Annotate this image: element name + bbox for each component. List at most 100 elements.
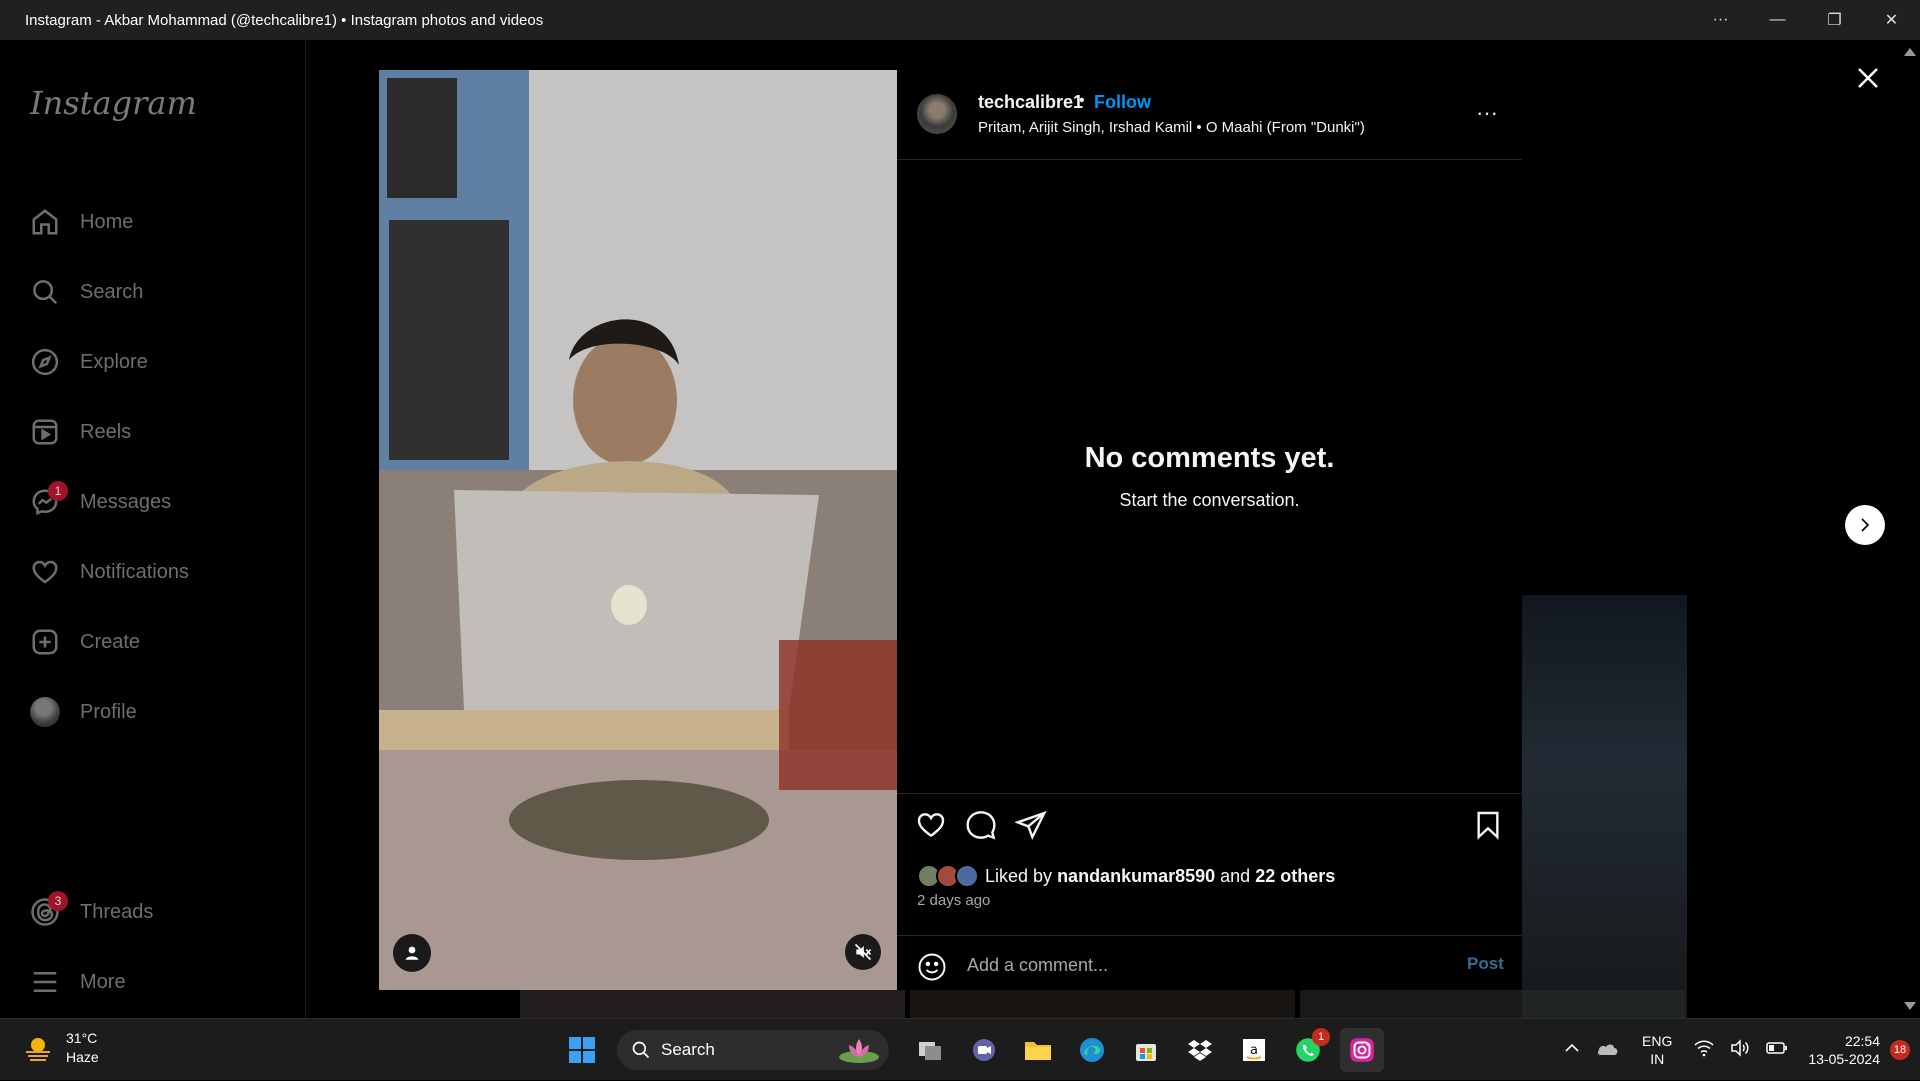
comment-input[interactable] [967,952,1427,978]
system-tray: ENG IN 22:54 13-05-2024 18 [1556,1019,1920,1081]
windows-logo-icon [569,1037,595,1063]
separator-dot: • [1079,92,1085,109]
folder-icon [1025,1042,1051,1060]
emoji-button[interactable] [917,952,947,982]
sidebar-item-label: Notifications [80,560,189,583]
video-frame-illustration [379,70,897,990]
speaker-muted-icon [854,943,872,961]
edge-browser-button[interactable] [1070,1028,1114,1072]
more-options-button[interactable]: ··· [1472,100,1502,130]
sidebar-item-label: Home [80,210,134,233]
post-timestamp[interactable]: 2 days ago [917,892,990,909]
weather-widget[interactable]: 31°C Haze [22,1029,99,1067]
teams-chat-button[interactable] [962,1028,1006,1072]
sidebar-item-profile[interactable]: Profile [30,692,137,732]
search-icon [30,277,60,307]
window-close-button[interactable]: ✕ [1863,0,1920,40]
system-clock[interactable]: 22:54 13-05-2024 [1808,1032,1880,1068]
threads-icon: 3 [30,891,68,927]
background-grid-tile[interactable] [910,990,1295,1018]
background-grid-tile[interactable] [1300,990,1685,1018]
microsoft-store-button[interactable] [1124,1028,1168,1072]
liked-by-and: and [1220,866,1251,886]
heart-icon [917,813,945,838]
taskbar-search-box[interactable]: Search [617,1030,889,1070]
task-view-icon [919,1042,941,1060]
task-view-button[interactable] [908,1028,952,1072]
taskbar-pinned-apps: Search a 1 [555,1028,1389,1072]
audio-track-link[interactable]: Pritam, Arijit Singh, Irshad Kamil • O M… [978,119,1365,136]
volume-icon[interactable] [1730,1038,1750,1062]
wifi-icon[interactable] [1694,1039,1714,1062]
sidebar-item-label: Search [80,280,144,303]
input-language-indicator[interactable]: ENG IN [1642,1032,1672,1068]
sidebar-item-label: More [80,970,126,993]
sidebar-item-notifications[interactable]: Notifications [30,552,189,592]
sidebar-item-threads[interactable]: 3 Threads [30,891,154,932]
weather-temperature: 31°C [66,1030,98,1046]
liked-by-prefix: Liked by [985,866,1053,886]
window-minimize-button[interactable]: — [1749,0,1806,40]
like-button[interactable] [915,809,947,841]
close-modal-button[interactable] [1850,60,1886,96]
liked-by-username[interactable]: nandankumar8590 [1057,866,1215,886]
lotus-icon [839,1039,879,1063]
comment-button[interactable] [965,809,997,841]
language-code: ENG [1642,1033,1673,1049]
background-grid-tile[interactable] [1522,595,1687,1018]
sidebar-item-create[interactable]: Create [30,622,140,662]
sidebar-item-label: Reels [80,420,132,443]
page-scrollbar[interactable] [1900,40,1920,1018]
sidebar-item-search[interactable]: Search [30,272,143,312]
sidebar-item-home[interactable]: Home [30,202,133,242]
post-media-video[interactable] [379,70,897,990]
sidebar-item-more[interactable]: More [30,962,126,1002]
save-button[interactable] [1472,809,1504,841]
post-author-avatar[interactable] [917,94,957,134]
notification-center-badge[interactable]: 18 [1890,1040,1910,1060]
messages-badge: 1 [48,481,68,501]
start-button[interactable] [560,1028,604,1072]
home-icon [30,207,60,237]
person-icon [405,946,419,960]
paper-plane-icon [1014,810,1047,840]
hamburger-icon [30,967,60,997]
dropbox-button[interactable] [1178,1028,1222,1072]
whatsapp-badge: 1 [1312,1028,1330,1046]
sidebar-item-label: Create [80,630,141,653]
amazon-button[interactable]: a [1232,1028,1276,1072]
amazon-icon: a [1243,1039,1265,1061]
share-button[interactable] [1014,809,1047,841]
weather-condition: Haze [66,1049,99,1065]
whatsapp-button[interactable]: 1 [1286,1028,1330,1072]
post-comment-button[interactable]: Post [1467,954,1504,974]
liked-by-others[interactable]: 22 others [1255,866,1335,886]
post-author-username[interactable]: techcalibre1 [978,92,1083,113]
battery-icon[interactable] [1766,1041,1788,1060]
dropbox-icon [1188,1040,1212,1061]
mute-toggle-button[interactable] [845,934,881,970]
post-actions-section: Liked by nandankumar8590 and 22 others 2… [897,793,1522,990]
window-more-button[interactable]: ··· [1692,0,1749,40]
window-restore-button[interactable]: ❐ [1806,0,1863,40]
instagram-logo[interactable]: Instagram [30,84,197,122]
sidebar-item-label: Threads [80,900,154,923]
next-post-button[interactable] [1845,505,1885,545]
sidebar-item-messages[interactable]: 1 Messages [30,481,171,522]
taskbar-search-label: Search [661,1040,715,1059]
chevron-up-icon[interactable] [1564,1040,1580,1061]
sidebar-item-explore[interactable]: Explore [30,342,148,382]
sidebar-item-reels[interactable]: Reels [30,412,131,452]
liked-by-text[interactable]: Liked by nandankumar8590 and 22 others [985,866,1335,887]
onedrive-icon[interactable] [1596,1039,1620,1062]
tagged-users-button[interactable] [393,934,431,972]
sidebar-item-label: Profile [80,700,137,723]
follow-button[interactable]: Follow [1094,92,1151,113]
close-icon [1858,68,1878,88]
bookmark-icon [1477,811,1499,840]
background-grid-tile[interactable] [520,990,905,1018]
liked-by-avatars[interactable] [917,864,983,890]
store-icon [1136,1044,1156,1061]
file-explorer-button[interactable] [1016,1028,1060,1072]
instagram-taskbar-button[interactable] [1340,1028,1384,1072]
